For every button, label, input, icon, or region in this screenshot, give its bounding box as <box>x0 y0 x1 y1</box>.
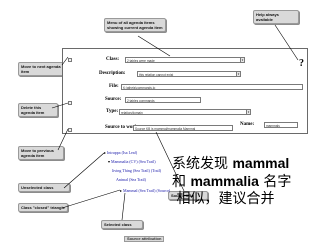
merge-suggestion-note: 系统发现 mammal 和 mammalia 名字 相似，建议合并 <box>172 155 292 207</box>
